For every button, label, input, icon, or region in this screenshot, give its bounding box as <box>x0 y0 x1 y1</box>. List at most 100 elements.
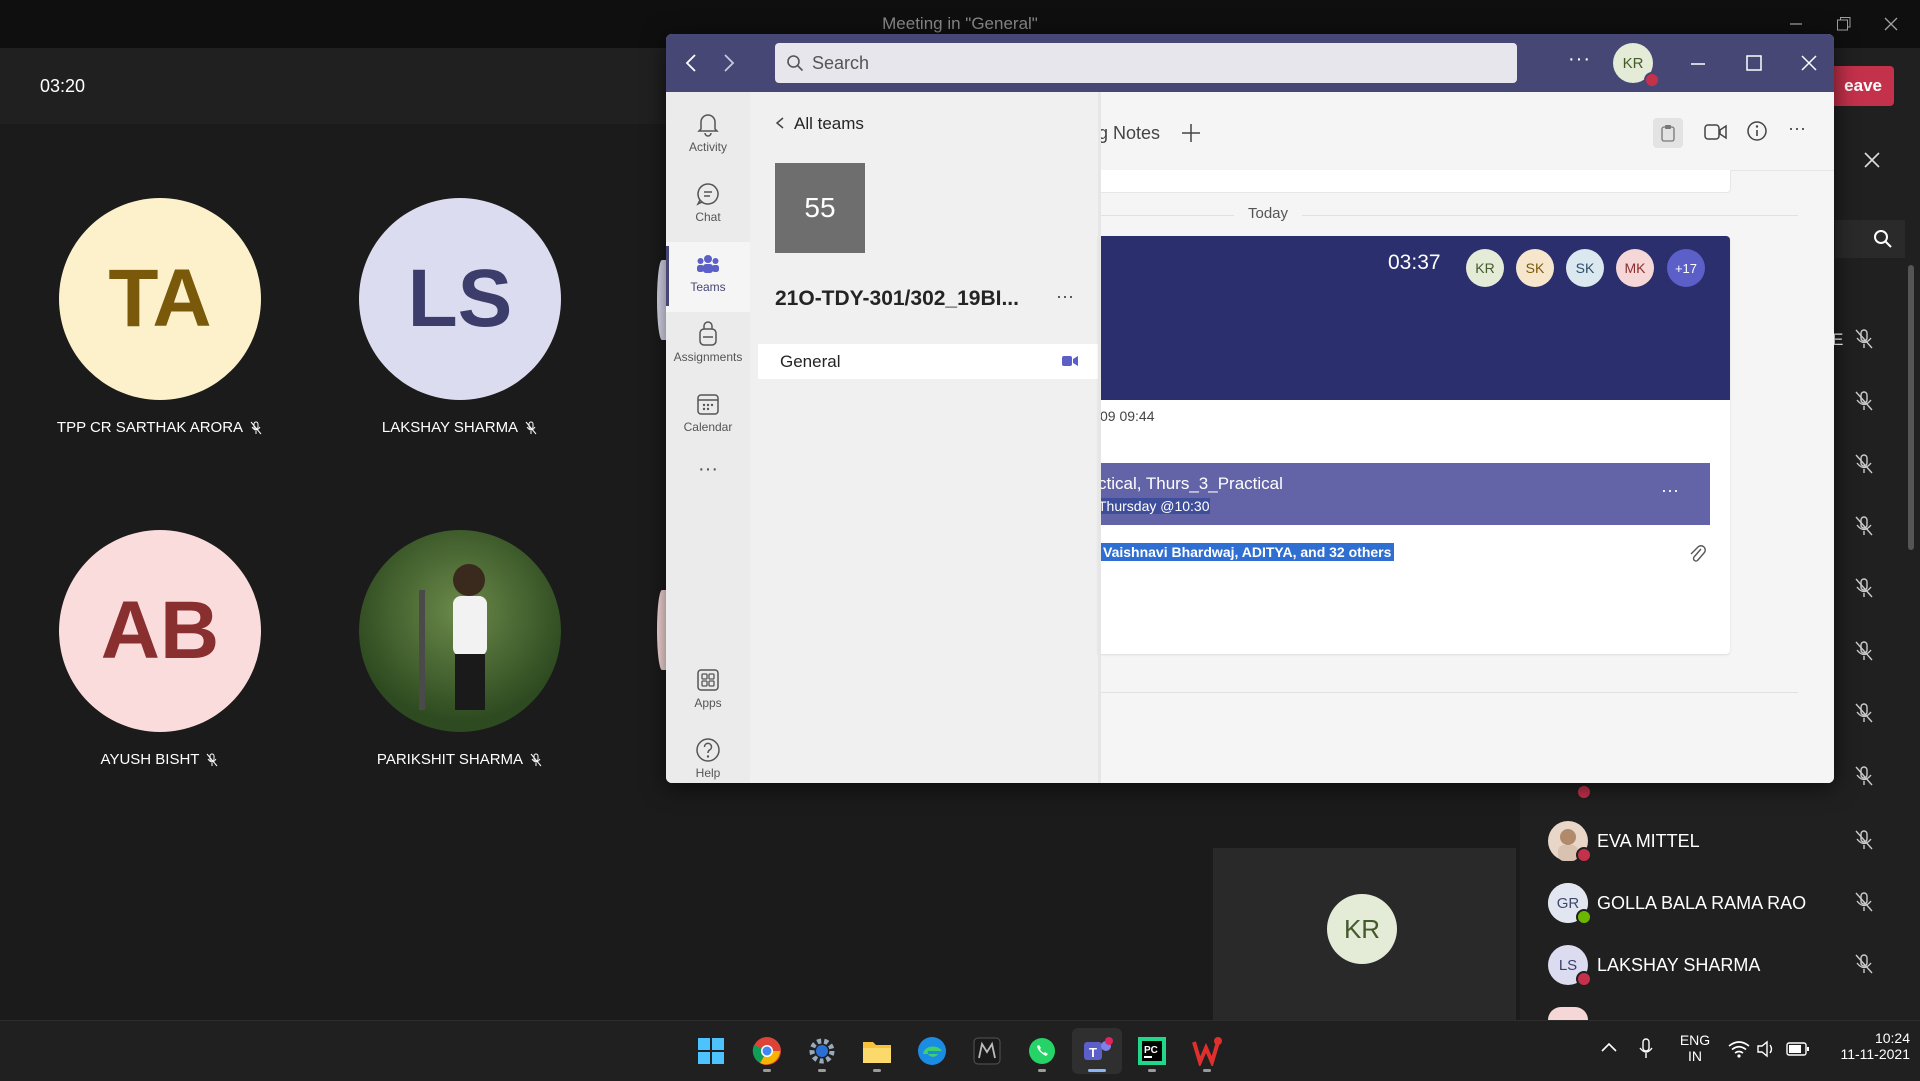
edge-icon[interactable] <box>915 1034 949 1068</box>
divider <box>1098 692 1798 693</box>
battery-icon[interactable] <box>1786 1041 1810 1057</box>
paperclip-icon[interactable] <box>1688 543 1706 565</box>
teams-icon <box>697 255 719 273</box>
running-indicator <box>873 1069 881 1072</box>
mic-off-icon[interactable] <box>1853 829 1875 851</box>
meeting-notes-button[interactable] <box>1653 118 1683 148</box>
predator-icon[interactable] <box>970 1034 1004 1068</box>
apps-icon <box>697 669 719 691</box>
mic-off-icon[interactable] <box>1853 328 1875 350</box>
mic-off-icon[interactable] <box>1853 765 1875 787</box>
search-icon <box>1874 230 1892 248</box>
help-icon <box>696 738 720 762</box>
rail-item-help[interactable]: Help <box>666 728 750 783</box>
chrome-icon[interactable] <box>750 1034 784 1068</box>
search-input[interactable]: Search <box>775 43 1517 83</box>
mic-off-icon[interactable] <box>1853 390 1875 412</box>
bell-icon <box>697 114 719 137</box>
clock[interactable]: 10:24 11-11-2021 <box>1820 1030 1910 1062</box>
rail-item-teams[interactable]: Teams <box>666 242 750 312</box>
svg-text:PC: PC <box>1144 1045 1158 1056</box>
rail-label: Chat <box>695 210 721 224</box>
date-divider <box>1098 215 1798 216</box>
teams-header: Search ··· KR <box>666 34 1834 92</box>
more-participants-badge[interactable]: +17 <box>1667 249 1705 287</box>
close-icon[interactable] <box>1862 0 1920 48</box>
minimize-icon[interactable] <box>1690 56 1706 72</box>
info-icon[interactable] <box>1746 120 1768 142</box>
avatar: SK <box>1566 249 1604 287</box>
rail-item-calendar[interactable]: Calendar <box>666 382 750 452</box>
meeting-duration: 03:37 <box>1388 251 1441 274</box>
rail-label: Activity <box>688 140 727 154</box>
running-indicator <box>1038 1069 1046 1072</box>
video-camera-icon <box>1062 356 1078 366</box>
attendees-text: Vaishnavi Bhardwaj, ADITYA, and 32 other… <box>1100 543 1395 561</box>
forward-arrow-icon[interactable] <box>718 52 738 74</box>
meeting-more-button[interactable]: ··· <box>1661 480 1679 501</box>
backpack-icon <box>699 321 717 346</box>
team-pane: All teams 55 21O-TDY-301/302_19BI... ···… <box>750 92 1098 783</box>
back-arrow-icon[interactable] <box>682 52 702 74</box>
calendar-icon <box>697 394 719 415</box>
language-indicator[interactable]: ENG IN <box>1678 1032 1712 1064</box>
add-tab-icon[interactable] <box>1180 122 1202 144</box>
video-camera-icon[interactable] <box>1704 123 1728 141</box>
mic-off-icon[interactable] <box>1853 577 1875 599</box>
participant-name: LAKSHAY SHARMA <box>300 419 620 436</box>
rail-label: Help <box>695 766 721 780</box>
volume-icon[interactable] <box>1756 1040 1778 1058</box>
chevron-left-icon[interactable] <box>774 116 786 130</box>
participant-photo <box>359 530 561 732</box>
channel-item-general[interactable]: General <box>758 344 1098 379</box>
team-more-button[interactable]: ··· <box>1056 286 1074 307</box>
mic-off-icon[interactable] <box>1853 515 1875 537</box>
participant-name: GOLLA BALA RAMA RAO <box>1597 893 1807 913</box>
date-separator: Today <box>1234 205 1303 222</box>
tab-notes[interactable]: g Notes <box>1098 123 1160 144</box>
chat-icon <box>696 183 719 206</box>
mic-off-icon[interactable] <box>1853 953 1875 975</box>
rail-item-apps[interactable]: Apps <box>666 658 750 728</box>
participant-name: LAKSHAY SHARMA <box>1597 955 1761 975</box>
previous-message-card <box>1098 170 1731 193</box>
close-icon[interactable] <box>1800 54 1818 72</box>
status-badge <box>1576 971 1592 987</box>
pycharm-icon[interactable]: PC <box>1135 1034 1169 1068</box>
rail-item-assignments[interactable]: Assignments <box>666 312 750 382</box>
taskbar <box>0 1020 1920 1081</box>
all-teams-link[interactable]: All teams <box>794 114 864 134</box>
avatar: AB <box>59 530 261 732</box>
microphone-icon[interactable] <box>1638 1038 1654 1060</box>
status-badge <box>1576 909 1592 925</box>
start-icon[interactable] <box>694 1034 728 1068</box>
rail-item-activity[interactable]: Activity <box>666 102 750 172</box>
more-options-button[interactable]: ··· <box>1568 48 1591 71</box>
more-apps-button[interactable]: ··· <box>666 458 750 481</box>
wifi-icon[interactable] <box>1728 1040 1750 1058</box>
channel-more-button[interactable]: ··· <box>1788 118 1806 139</box>
file-explorer-icon[interactable] <box>860 1034 894 1068</box>
mic-off-icon[interactable] <box>1853 453 1875 475</box>
wps-office-icon[interactable] <box>1190 1034 1224 1068</box>
maximize-icon[interactable] <box>1745 54 1763 72</box>
whatsapp-icon[interactable] <box>1025 1034 1059 1068</box>
close-panel-icon[interactable] <box>1862 150 1886 174</box>
avatar: MK <box>1616 249 1654 287</box>
rail-item-chat[interactable]: Chat <box>666 172 750 242</box>
settings-icon[interactable] <box>805 1034 839 1068</box>
svg-text:T: T <box>1089 1045 1097 1060</box>
mic-off-icon[interactable] <box>1853 640 1875 662</box>
teams-icon[interactable]: T <box>1080 1034 1114 1068</box>
scrollbar[interactable] <box>1908 265 1914 550</box>
mic-off-icon[interactable] <box>1853 702 1875 724</box>
search-participants-button[interactable] <box>1835 220 1905 258</box>
search-icon <box>787 55 804 72</box>
chevron-up-icon[interactable] <box>1600 1040 1618 1054</box>
meeting-details-bar[interactable] <box>1098 463 1710 525</box>
search-placeholder: Search <box>812 53 870 73</box>
mic-off-icon[interactable] <box>1853 891 1875 913</box>
region-code: IN <box>1688 1048 1702 1064</box>
mic-off-icon <box>207 753 218 767</box>
mic-off-icon <box>250 421 262 435</box>
